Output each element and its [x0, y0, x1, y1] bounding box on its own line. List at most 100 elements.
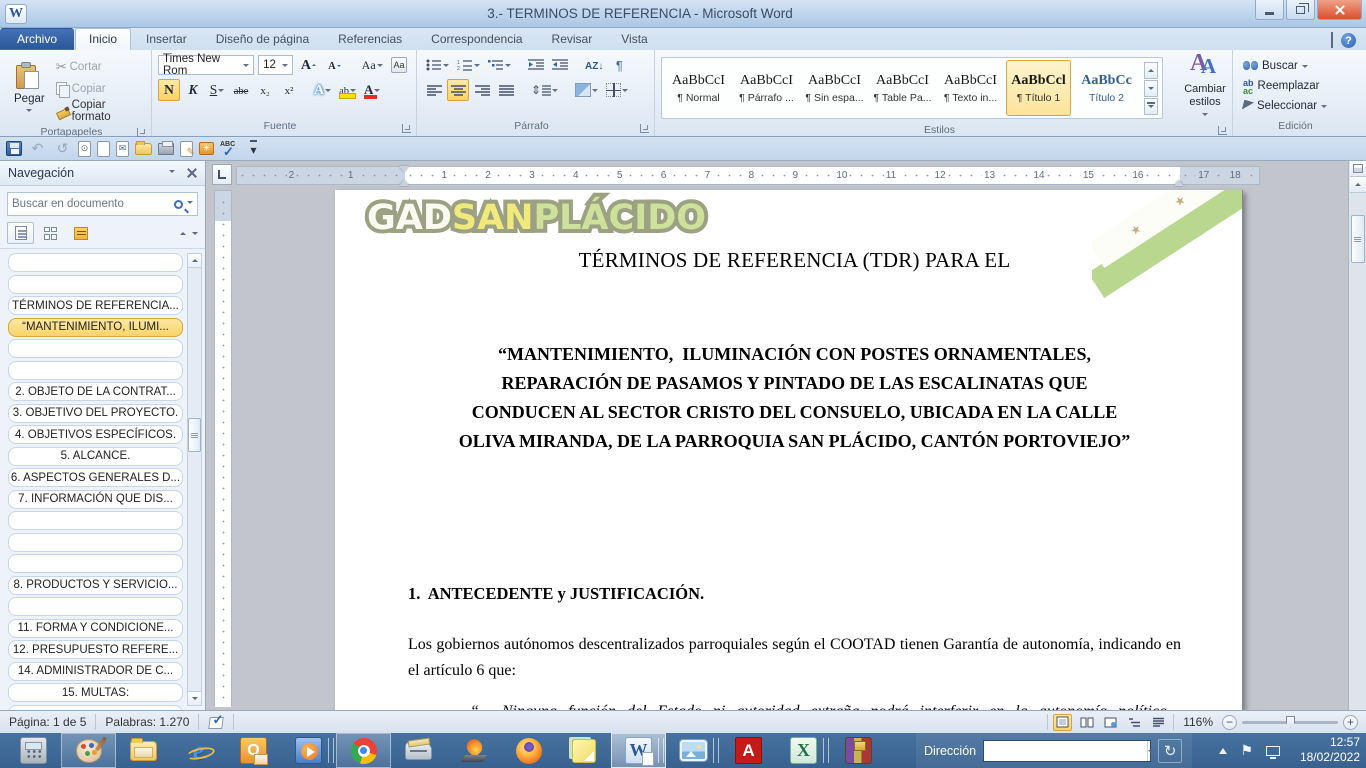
vertical-ruler[interactable] [214, 190, 232, 706]
navigation-pane-menu-icon[interactable] [169, 170, 175, 176]
document-search-box[interactable] [7, 192, 198, 216]
taskbar-clock[interactable]: 12:57 18/02/2022 [1284, 735, 1360, 765]
open-icon[interactable] [135, 143, 152, 155]
show-marks-button[interactable] [608, 54, 630, 76]
taskbar-button[interactable] [116, 733, 171, 768]
shrink-font-button[interactable] [323, 54, 345, 76]
taskbar-button[interactable] [556, 733, 611, 768]
browse-results-tab[interactable] [67, 222, 94, 244]
zoom-in-button[interactable]: + [1343, 715, 1358, 730]
change-styles-button[interactable]: Cambiar estilos [1169, 54, 1241, 122]
previous-heading-icon[interactable] [180, 229, 186, 235]
address-input[interactable] [984, 741, 1147, 761]
collapse-ribbon-icon[interactable] [1331, 34, 1333, 48]
style-card[interactable]: AaBbCcI ¶ Normal [666, 60, 731, 116]
paste-button[interactable]: Pegar [6, 54, 53, 124]
taskbar-button[interactable] [281, 733, 336, 768]
taskbar-button[interactable] [61, 733, 116, 768]
heading-item[interactable] [8, 511, 183, 530]
document-scrollbar[interactable] [1348, 161, 1366, 710]
multilevel-list-button[interactable] [485, 54, 514, 76]
grow-font-button[interactable] [297, 54, 319, 76]
right-indent-marker[interactable] [1174, 175, 1184, 186]
font-family-select[interactable]: Times New Rom [158, 55, 254, 75]
tab-stop-selector[interactable] [212, 164, 232, 185]
strikethrough-button[interactable] [230, 79, 252, 101]
taskbar-button[interactable] [501, 733, 556, 768]
save-icon[interactable] [6, 141, 22, 156]
heading-item[interactable] [8, 533, 183, 552]
heading-item[interactable] [8, 554, 183, 573]
taskbar-button[interactable] [666, 733, 721, 768]
taskbar-button[interactable] [446, 733, 501, 768]
heading-item[interactable]: 14. ADMINISTRADOR DE C... [8, 662, 183, 681]
numbering-button[interactable]: 12 [454, 54, 483, 76]
heading-item[interactable]: 5. ALCANCE. [8, 447, 183, 466]
print-preview-icon[interactable]: ⊙ [78, 141, 91, 157]
taskbar-button[interactable] [336, 733, 391, 768]
heading-item[interactable]: “MANTENIMIENTO, ILUMI... [8, 318, 183, 337]
taskbar-button[interactable]: O [226, 733, 281, 768]
spelling-icon[interactable] [220, 141, 238, 157]
heading-item[interactable] [8, 253, 183, 272]
format-painter-button[interactable]: Copiar formato [53, 100, 145, 122]
next-heading-icon[interactable] [192, 232, 198, 238]
style-card[interactable]: AaBbCc Título 2 [1074, 60, 1139, 116]
subscript-button[interactable] [254, 79, 276, 101]
bullets-button[interactable] [423, 54, 452, 76]
doc-scroll-up-icon[interactable] [1350, 177, 1366, 193]
email-icon[interactable]: ✉ [116, 141, 129, 157]
browse-headings-tab[interactable] [7, 222, 34, 244]
style-card[interactable]: AaBbCcI ¶ Table Pa... [870, 60, 935, 116]
clear-formatting-button[interactable] [388, 54, 410, 76]
ribbon-tab[interactable]: Insertar [132, 28, 201, 50]
align-left-button[interactable] [423, 79, 445, 101]
qat-more-icon[interactable]: ▾ [244, 140, 263, 158]
ribbon-tab[interactable]: Archivo [0, 28, 74, 50]
font-dialog-launcher-icon[interactable] [402, 124, 411, 133]
heading-item[interactable]: 2. OBJETO DE LA CONTRAT... [8, 382, 183, 401]
heading-item[interactable] [8, 275, 183, 294]
ruler-toggle-button[interactable] [1350, 161, 1366, 177]
heading-item[interactable]: 11. FORMA Y CONDICIONE... [8, 619, 183, 638]
zoom-level[interactable]: 116% [1183, 715, 1213, 729]
styles-more-button[interactable] [1144, 98, 1158, 115]
quick-print-icon[interactable] [158, 143, 174, 155]
outline-view-button[interactable] [1125, 714, 1144, 731]
style-card[interactable]: AaBbCcl ¶ Título 1 [1006, 60, 1071, 116]
heading-item[interactable]: 15. MULTAS: [8, 683, 183, 702]
heading-item[interactable] [8, 339, 183, 358]
search-options-icon[interactable] [187, 201, 193, 207]
taskbar-button[interactable]: e [171, 733, 226, 768]
page-indicator[interactable]: Página: 1 de 5 [0, 711, 95, 733]
heading-item[interactable] [8, 597, 183, 616]
find-button[interactable]: Buscar [1243, 56, 1356, 76]
close-button[interactable] [1317, 0, 1362, 20]
address-dropdown-icon[interactable] [1147, 741, 1154, 761]
paragraph-dialog-launcher-icon[interactable] [640, 124, 649, 133]
address-go-icon[interactable] [1158, 739, 1182, 763]
underline-button[interactable] [206, 79, 228, 101]
italic-button[interactable] [182, 79, 204, 101]
decrease-indent-button[interactable] [525, 54, 547, 76]
ribbon-tab[interactable]: Referencias [324, 28, 416, 50]
help-icon[interactable] [1341, 33, 1356, 48]
align-center-button[interactable] [447, 79, 469, 101]
style-card[interactable]: AaBbCcI ¶ Párrafo ... [734, 60, 799, 116]
change-case-button[interactable] [360, 54, 384, 76]
text-effects-button[interactable] [311, 79, 334, 101]
nav-scroll-down-icon[interactable] [188, 691, 201, 705]
taskbar-button[interactable] [831, 733, 886, 768]
heading-item[interactable] [8, 361, 183, 380]
heading-item[interactable]: 4. OBJETIVOS ESPECÍFICOS. [8, 425, 183, 444]
bold-button[interactable] [158, 79, 180, 101]
ribbon-tab[interactable]: Correspondencia [417, 28, 536, 50]
tray-expand-icon[interactable] [1219, 744, 1227, 754]
spellcheck-status-icon[interactable] [199, 711, 233, 733]
style-card[interactable]: AaBbCcI ¶ Sin espa... [802, 60, 867, 116]
word-count[interactable]: Palabras: 1.270 [96, 711, 198, 733]
minimize-button[interactable] [1255, 0, 1284, 20]
font-size-select[interactable]: 12 [258, 55, 293, 75]
highlight-button[interactable] [336, 79, 359, 101]
ribbon-tab[interactable]: Diseño de página [202, 28, 323, 50]
